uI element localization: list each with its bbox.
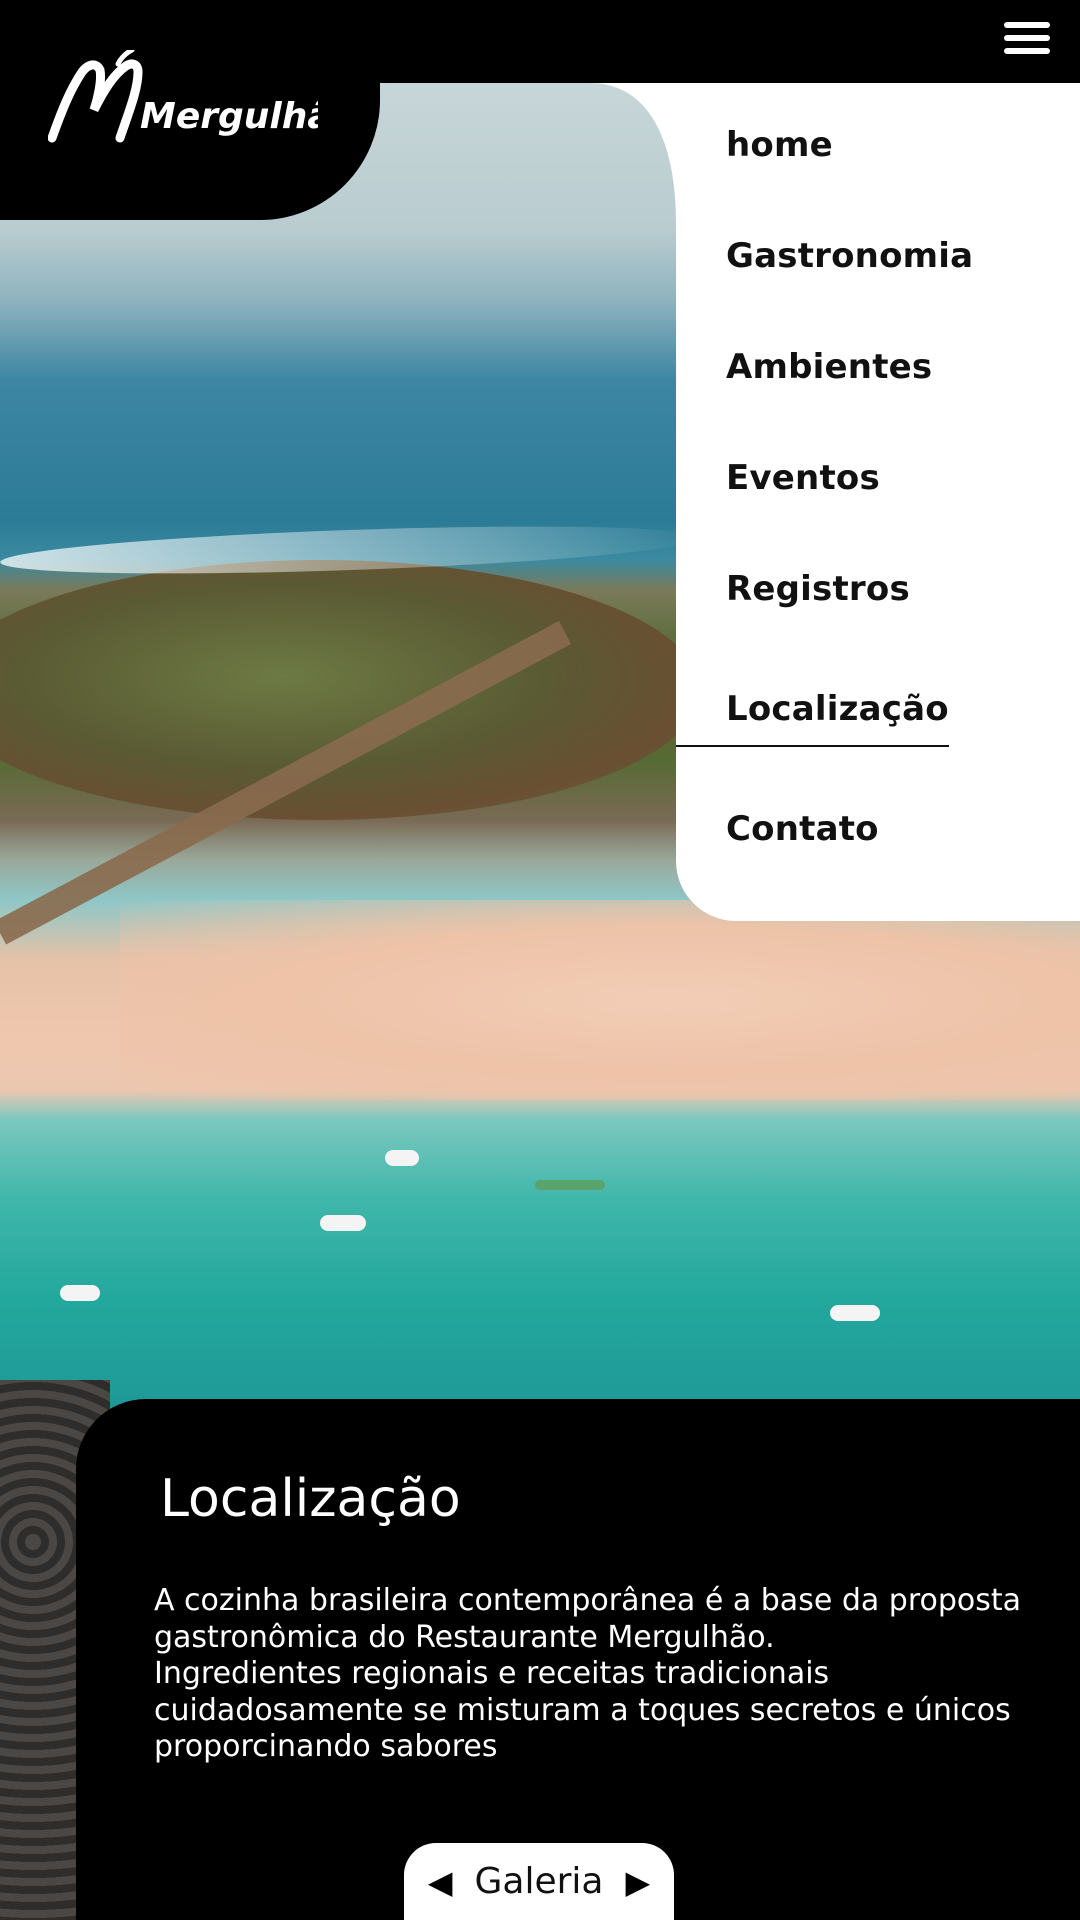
boat-shape	[320, 1215, 366, 1231]
boat-shape	[535, 1180, 605, 1190]
description-paragraph: A cozinha brasileira contemporânea é a b…	[154, 1583, 1022, 1655]
active-item-underline	[676, 745, 949, 747]
svg-text:Mergulhão: Mergulhão	[140, 96, 318, 137]
triangle-right-icon[interactable]: ▶	[625, 1866, 650, 1898]
nav-item-ambientes[interactable]: Ambientes	[726, 347, 932, 387]
boat-shape	[830, 1305, 880, 1321]
hill-shape	[0, 560, 700, 820]
nav-item-registros[interactable]: Registros	[726, 569, 910, 609]
nav-item-home[interactable]: home	[726, 125, 833, 165]
section-description: A cozinha brasileira contemporânea é a b…	[154, 1583, 1054, 1766]
boat-shape	[385, 1150, 419, 1166]
nav-item-contato[interactable]: Contato	[726, 809, 879, 849]
hamburger-icon[interactable]	[1004, 22, 1050, 58]
nav-item-eventos[interactable]: Eventos	[726, 458, 880, 498]
beach-shape	[120, 900, 1080, 1100]
description-paragraph: Ingredientes regionais e receitas tradic…	[154, 1656, 1011, 1764]
gallery-button[interactable]: ◀ Galeria ▶	[404, 1843, 674, 1920]
menu-panel-corner	[590, 83, 676, 223]
logo-tab: Mergulhão	[0, 0, 380, 220]
nav-item-gastronomia[interactable]: Gastronomia	[726, 236, 973, 276]
nav-menu: home Gastronomia Ambientes Eventos Regis…	[676, 83, 1080, 921]
nav-item-localizacao[interactable]: Localização	[726, 689, 949, 729]
triangle-left-icon[interactable]: ◀	[428, 1866, 453, 1898]
info-card: Localização A cozinha brasileira contemp…	[76, 1399, 1080, 1920]
gallery-label: Galeria	[474, 1861, 604, 1902]
mergulhao-logo[interactable]: Mergulhão	[48, 50, 318, 145]
boat-shape	[60, 1285, 100, 1301]
section-title: Localização	[160, 1469, 461, 1529]
